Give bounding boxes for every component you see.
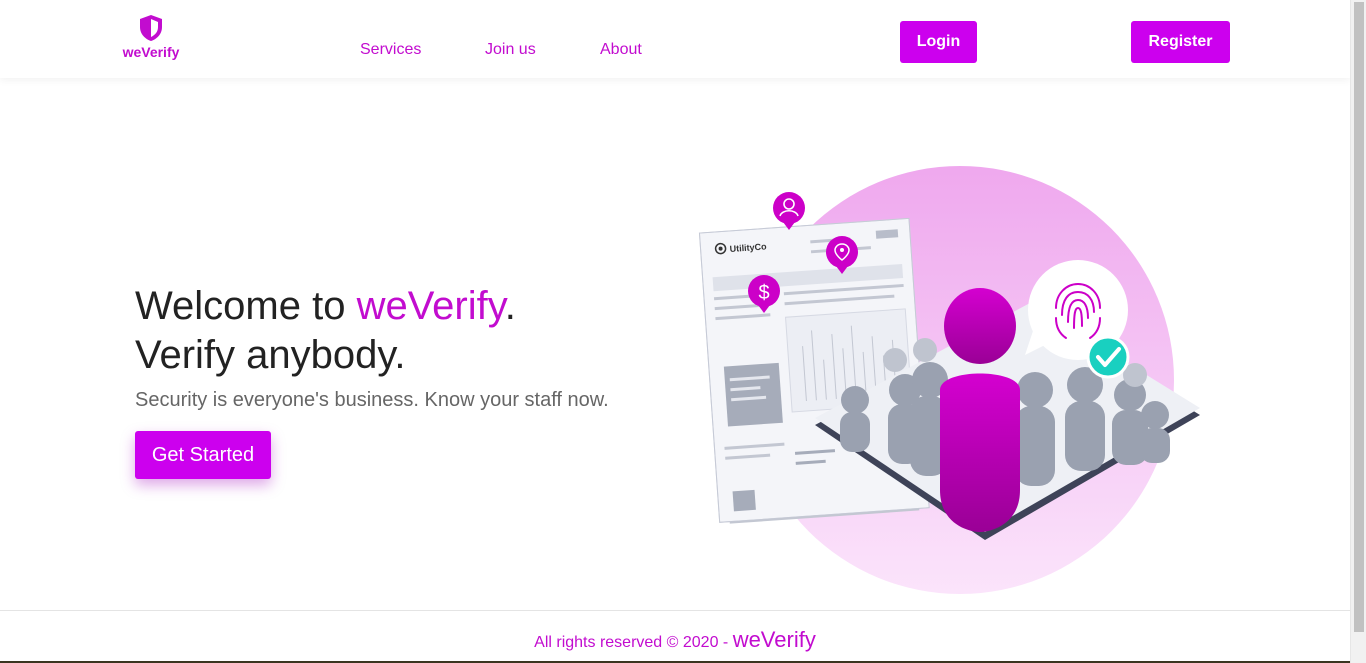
footer-text: All rights reserved © 2020 - weVerify — [0, 627, 1350, 653]
vertical-scrollbar[interactable] — [1350, 0, 1366, 663]
check-badge-icon — [1086, 335, 1130, 379]
hero-title-brand: weVerify — [356, 284, 505, 328]
hero-title-line2: Verify anybody. — [135, 333, 406, 377]
hero-title-prefix: Welcome to — [135, 284, 357, 328]
logo-text: weVerify — [122, 44, 180, 60]
login-button[interactable]: Login — [900, 21, 977, 63]
hero-subtitle: Security is everyone's business. Know yo… — [135, 389, 609, 411]
hero-illustration: UtilityCo $ — [698, 166, 1200, 594]
user-pin-icon — [773, 192, 805, 230]
hero-title: Welcome to weVerify. Verify anybody. — [135, 282, 516, 380]
scrollbar-thumb[interactable] — [1354, 2, 1364, 632]
page: weVerify Services Join us About Login Re… — [0, 0, 1366, 663]
nav-about[interactable]: About — [600, 41, 642, 59]
logo[interactable]: weVerify — [118, 14, 184, 62]
get-started-button[interactable]: Get Started — [135, 431, 271, 479]
nav-join-us[interactable]: Join us — [485, 41, 536, 59]
svg-text:$: $ — [758, 282, 769, 304]
hero-title-suffix: . — [504, 284, 516, 328]
footer-copyright: All rights reserved © 2020 - — [534, 634, 733, 651]
footer-brand[interactable]: weVerify — [733, 627, 816, 652]
highlighted-person-icon — [940, 288, 1020, 532]
nav-services[interactable]: Services — [360, 41, 421, 59]
register-button[interactable]: Register — [1131, 21, 1230, 63]
footer: All rights reserved © 2020 - weVerify — [0, 610, 1350, 663]
shield-logo-icon — [140, 15, 162, 41]
top-navbar: weVerify Services Join us About Login Re… — [0, 0, 1350, 78]
